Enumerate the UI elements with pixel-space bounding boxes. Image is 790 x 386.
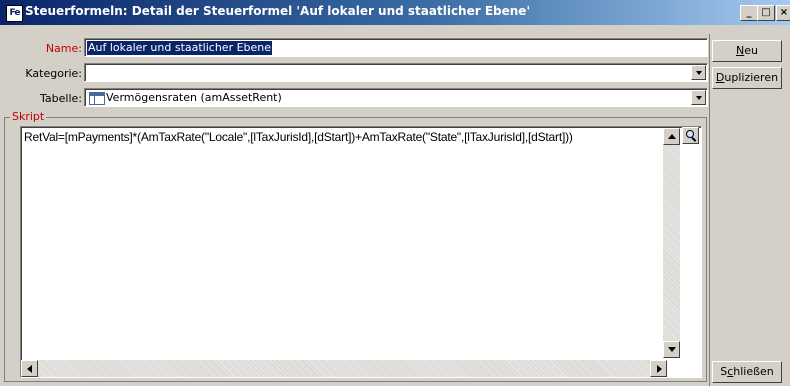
- table-value: Vermögensraten (amAssetRent): [106, 91, 282, 104]
- maximize-icon[interactable]: □: [757, 5, 775, 21]
- new-button[interactable]: Neu: [712, 40, 782, 62]
- magnifier-icon[interactable]: [682, 127, 699, 144]
- duplicate-button-label: uplizieren: [724, 71, 779, 84]
- table-combobox[interactable]: Vermögensraten (amAssetRent): [84, 88, 708, 107]
- script-code: RetVal=[mPayments]*(AmTaxRate("Locale",[…: [24, 130, 573, 144]
- app-icon: Fe: [6, 5, 23, 22]
- scroll-left-icon[interactable]: [21, 360, 38, 377]
- name-value: Auf lokaler und staatlicher Ebene: [87, 41, 273, 55]
- script-editor[interactable]: RetVal=[mPayments]*(AmTaxRate("Locale",[…: [20, 126, 702, 378]
- duplicate-button[interactable]: Duplizieren: [712, 67, 782, 89]
- category-label: Kategorie:: [25, 67, 82, 80]
- table-icon: [89, 92, 105, 105]
- window-title: Steuerformeln: Detail der Steuerformel '…: [25, 4, 531, 18]
- name-label: Name:: [45, 42, 82, 55]
- close-icon[interactable]: ×: [776, 5, 790, 21]
- title-bar[interactable]: Fe Steuerformeln: Detail der Steuerforme…: [0, 0, 790, 25]
- close-button[interactable]: Schließen: [712, 361, 782, 383]
- scroll-right-icon[interactable]: [650, 360, 667, 377]
- window: Fe Steuerformeln: Detail der Steuerforme…: [0, 0, 790, 386]
- dropdown-arrow-icon[interactable]: [691, 65, 706, 80]
- script-group-label: Skript: [10, 110, 47, 123]
- close-button-label: hließen: [733, 365, 774, 378]
- table-label: Tabelle:: [40, 92, 82, 105]
- category-combobox[interactable]: [84, 63, 708, 82]
- scroll-down-icon[interactable]: [663, 341, 680, 358]
- minimize-icon[interactable]: _: [740, 5, 758, 21]
- horizontal-scrollbar-track[interactable]: [38, 360, 650, 377]
- new-button-mnemonic: N: [736, 44, 745, 57]
- scroll-up-icon[interactable]: [663, 128, 680, 145]
- name-field[interactable]: Auf lokaler und staatlicher Ebene: [84, 38, 708, 57]
- new-button-label: eu: [744, 44, 758, 57]
- dropdown-arrow-icon[interactable]: [691, 90, 706, 105]
- vertical-scrollbar-track[interactable]: [663, 145, 680, 341]
